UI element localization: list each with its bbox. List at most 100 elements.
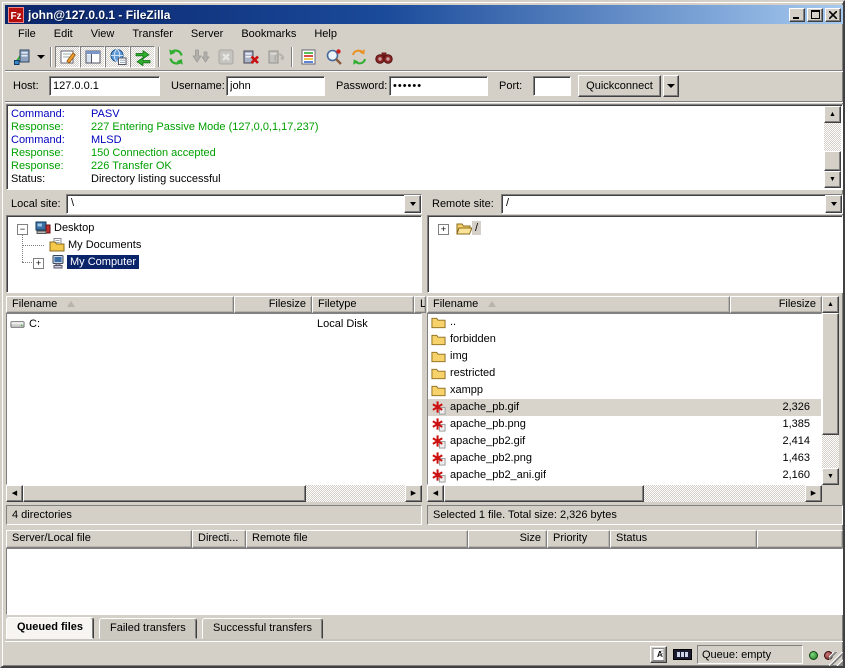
menu-bookmarks[interactable]: Bookmarks (232, 26, 305, 42)
local-file-row[interactable]: C: Local Disk (7, 316, 421, 333)
expand-icon[interactable]: + (33, 258, 44, 269)
log-scrollbar[interactable]: ▲ ▼ (824, 106, 841, 188)
expand-icon[interactable]: + (438, 224, 449, 235)
queue-list[interactable] (6, 548, 843, 615)
scroll-left-icon[interactable]: ◀ (6, 485, 23, 502)
queue-column-priority[interactable]: Priority (547, 530, 610, 548)
tab-successful-transfers[interactable]: Successful transfers (202, 618, 323, 639)
site-manager-dropdown[interactable] (34, 46, 47, 68)
tree-item-desktop[interactable]: − Desktop (7, 219, 97, 236)
scroll-down-icon[interactable]: ▼ (822, 468, 839, 485)
directory-comparison-button[interactable] (321, 46, 346, 68)
toggle-remote-tree-button[interactable] (105, 46, 130, 68)
queue-column-serverlocal[interactable]: Server/Local file (6, 530, 192, 548)
reconnect-button[interactable] (263, 46, 288, 68)
host-input[interactable] (49, 76, 160, 96)
toggle-local-tree-button[interactable] (80, 46, 105, 68)
title-bar[interactable]: Fz john@127.0.0.1 - FileZilla (5, 5, 844, 24)
scroll-left-icon[interactable]: ◀ (427, 485, 444, 502)
remote-hscrollbar[interactable]: ◀ ▶ (427, 485, 822, 502)
menu-help[interactable]: Help (305, 26, 346, 42)
local-site-combobox[interactable]: \ (66, 194, 422, 214)
disconnect-button[interactable] (238, 46, 263, 68)
remote-site-combobox[interactable]: / (501, 194, 843, 214)
tree-item-my-documents[interactable]: My Documents (7, 236, 144, 253)
collapse-icon[interactable]: − (17, 224, 28, 235)
remote-file-row[interactable]: .. (428, 314, 821, 331)
menu-edit[interactable]: Edit (45, 26, 82, 42)
remote-file-row-selected[interactable]: apache_pb.gif 2,326 (428, 399, 821, 416)
scrollbar-thumb[interactable] (824, 151, 841, 171)
quickconnect-button[interactable]: Quickconnect (578, 75, 661, 97)
scrollbar-thumb[interactable] (822, 313, 839, 435)
refresh-button[interactable] (163, 46, 188, 68)
local-column-filesize[interactable]: Filesize (234, 296, 312, 313)
scroll-down-icon[interactable]: ▼ (824, 171, 841, 188)
tree-item-my-computer[interactable]: + My Computer (7, 253, 139, 270)
process-queue-button[interactable] (188, 46, 213, 68)
password-input[interactable] (389, 76, 488, 96)
remote-file-row[interactable]: img (428, 348, 821, 365)
scroll-right-icon[interactable]: ▶ (805, 485, 822, 502)
queue-column-direction[interactable]: Directi... (192, 530, 246, 548)
port-input[interactable] (533, 76, 571, 96)
combo-dropdown-button[interactable] (825, 195, 842, 213)
username-input[interactable] (226, 76, 325, 96)
site-manager-button[interactable] (9, 46, 34, 68)
scroll-up-icon[interactable]: ▲ (822, 296, 839, 313)
tab-queued-files[interactable]: Queued files (6, 617, 94, 639)
scroll-up-icon[interactable]: ▲ (824, 106, 841, 123)
filters-icon (300, 48, 318, 66)
scrollbar-thumb[interactable] (444, 485, 644, 502)
synchronized-browsing-button[interactable] (346, 46, 371, 68)
toggle-message-log-button[interactable] (55, 46, 80, 68)
remote-file-row[interactable]: forbidden (428, 331, 821, 348)
quickconnect-dropdown[interactable] (663, 75, 679, 97)
queue-column-remotefile[interactable]: Remote file (246, 530, 468, 548)
remote-site-label: Remote site: (432, 198, 494, 210)
quickconnect-bar: Host: Username: Password: Port: Quickcon… (5, 71, 844, 102)
queue-column-blank[interactable] (757, 530, 843, 548)
folder-icon (431, 315, 446, 330)
combo-dropdown-button[interactable] (404, 195, 421, 213)
menu-view[interactable]: View (82, 26, 124, 42)
disconnect-icon (242, 48, 260, 66)
local-hscrollbar[interactable]: ◀ ▶ (6, 485, 422, 502)
transfer-queue-icon (134, 48, 152, 66)
cancel-operation-button[interactable] (213, 46, 238, 68)
remote-column-filesize[interactable]: Filesize (730, 296, 822, 313)
close-button[interactable] (825, 8, 841, 22)
maximize-button[interactable] (807, 8, 823, 22)
window-title: john@127.0.0.1 - FileZilla (28, 8, 787, 22)
open-folder-icon (456, 220, 472, 236)
local-column-filename[interactable]: Filename (6, 296, 234, 313)
resize-grip[interactable] (829, 652, 843, 666)
minimize-button[interactable] (789, 8, 805, 22)
tab-failed-transfers[interactable]: Failed transfers (99, 618, 197, 639)
remote-file-row[interactable]: xampp (428, 382, 821, 399)
queue-column-status[interactable]: Status (610, 530, 757, 548)
remote-file-row[interactable]: apache_pb2.gif 2,414 (428, 433, 821, 450)
remote-file-row[interactable]: apache_pb.png 1,385 (428, 416, 821, 433)
remote-file-row[interactable]: apache_pb2.png 1,463 (428, 450, 821, 467)
status-bar: A Queue: empty (5, 641, 844, 667)
local-column-lastmodified[interactable]: L (414, 296, 426, 313)
toggle-transfer-queue-button[interactable] (130, 46, 155, 68)
remote-file-row[interactable]: apache_pb2_ani.gif 2,160 (428, 467, 821, 484)
menu-server[interactable]: Server (182, 26, 232, 42)
scrollbar-thumb[interactable] (23, 485, 306, 502)
remote-file-row[interactable]: restricted (428, 365, 821, 382)
data-type-indicator-icon[interactable]: A (650, 646, 667, 663)
find-files-button[interactable] (371, 46, 396, 68)
remote-vscrollbar[interactable]: ▲ ▼ (822, 296, 839, 485)
tree-item-root[interactable]: + / (428, 219, 481, 236)
scroll-right-icon[interactable]: ▶ (405, 485, 422, 502)
queue-column-size[interactable]: Size (468, 530, 547, 548)
menu-transfer[interactable]: Transfer (123, 26, 182, 42)
menu-file[interactable]: File (9, 26, 45, 42)
remote-column-filename[interactable]: Filename (427, 296, 730, 313)
local-column-filetype[interactable]: Filetype (312, 296, 414, 313)
log-line: Response:227 Entering Passive Mode (127,… (11, 121, 821, 134)
encryption-indicator-icon[interactable] (673, 649, 692, 660)
directory-listing-filters-button[interactable] (296, 46, 321, 68)
